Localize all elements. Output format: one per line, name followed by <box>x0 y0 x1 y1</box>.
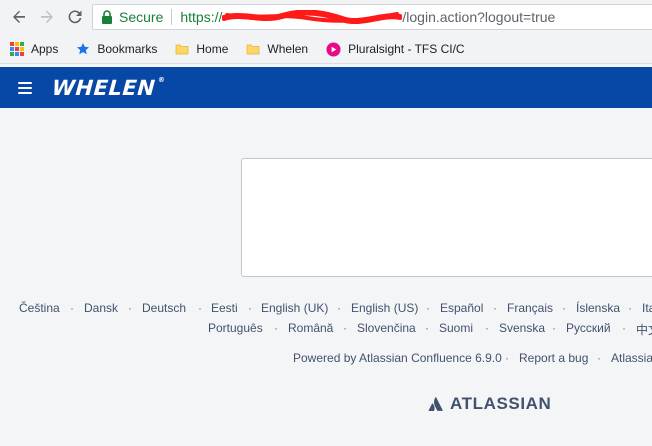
language-link[interactable]: Français <box>507 301 553 315</box>
language-link[interactable]: Dansk <box>84 301 118 315</box>
separator: · <box>562 301 566 315</box>
bookmark-label: Bookmarks <box>97 42 158 56</box>
powered-by-link[interactable]: Powered by Atlassian Confluence 6.9.0 <box>293 351 502 365</box>
separator: · <box>343 321 347 335</box>
atlassian-link[interactable]: Atlassian <box>611 351 652 365</box>
language-link[interactable]: Русский <box>566 321 611 335</box>
bookmark-label: Whelen <box>267 42 309 56</box>
folder-icon <box>175 42 189 56</box>
pluralsight-icon <box>326 41 341 57</box>
bookmarks-bar: Apps Bookmarks Home Whelen Pluralsight -… <box>0 35 652 64</box>
separator: · <box>128 301 132 315</box>
bookmark-label: Pluralsight - TFS CI/C <box>348 42 465 56</box>
footer-links: Powered by Atlassian Confluence 6.9.0 · … <box>0 351 652 367</box>
atlassian-logo-icon <box>428 397 443 411</box>
separator: · <box>485 321 489 335</box>
bookmark-bookmarks[interactable]: Bookmarks <box>76 42 157 56</box>
bookmark-pluralsight[interactable]: Pluralsight - TFS CI/C <box>326 41 465 57</box>
forward-arrow-icon[interactable] <box>36 6 58 28</box>
separator: · <box>493 301 497 315</box>
bookmark-whelen[interactable]: Whelen <box>246 42 308 56</box>
separator: · <box>337 301 341 315</box>
language-link[interactable]: Español <box>440 301 483 315</box>
url-scheme: https:// <box>180 9 223 25</box>
separator: · <box>597 351 601 365</box>
separator: · <box>70 301 74 315</box>
back-arrow-icon[interactable] <box>8 6 30 28</box>
url-path: /login.action?logout=true <box>402 9 556 25</box>
lock-icon <box>102 10 112 24</box>
bookmark-label: Apps <box>31 42 59 56</box>
language-link[interactable]: Suomi <box>439 321 473 335</box>
site-header: WHELEN® <box>0 67 652 108</box>
language-link[interactable]: Ita <box>642 301 652 315</box>
language-list-row-1: Čeština · Dansk · Deutsch · Eesti · Engl… <box>0 301 652 317</box>
separator: · <box>425 321 429 335</box>
language-link[interactable]: Svenska <box>499 321 545 335</box>
separator: · <box>628 301 632 315</box>
separator: · <box>505 351 509 365</box>
separator: · <box>622 321 626 335</box>
folder-icon <box>246 42 260 56</box>
language-link[interactable]: Íslenska <box>576 301 620 315</box>
report-bug-link[interactable]: Report a bug <box>519 351 588 365</box>
secure-label: Secure <box>119 9 164 25</box>
language-link[interactable]: 中文 <box>636 321 652 338</box>
language-list-row-2: Português · Română · Slovenčina · Suomi … <box>0 321 652 337</box>
whelen-logo[interactable]: WHELEN® <box>51 76 166 100</box>
language-link[interactable]: Slovenčina <box>357 321 416 335</box>
bookmark-apps[interactable]: Apps <box>10 42 58 56</box>
language-link[interactable]: Português <box>208 321 263 335</box>
language-link[interactable]: Deutsch <box>142 301 186 315</box>
hamburger-menu-icon[interactable] <box>18 81 32 94</box>
language-link[interactable]: Eesti <box>211 301 238 315</box>
language-link[interactable]: Čeština <box>19 301 60 315</box>
language-link[interactable]: English (UK) <box>261 301 328 315</box>
separator: · <box>426 301 430 315</box>
separator: · <box>248 301 252 315</box>
login-panel <box>241 158 652 277</box>
separator: · <box>198 301 202 315</box>
language-link[interactable]: English (US) <box>351 301 418 315</box>
separator: · <box>274 321 278 335</box>
bookmark-label: Home <box>196 42 229 56</box>
atlassian-logo[interactable]: ATLASSIAN <box>428 394 551 414</box>
bookmark-home[interactable]: Home <box>175 42 228 56</box>
redaction-scribble <box>222 10 403 24</box>
address-divider <box>171 9 173 25</box>
browser-toolbar: Secure https:// /login.action?logout=tru… <box>0 0 652 35</box>
language-link[interactable]: Română <box>288 321 333 335</box>
address-bar[interactable]: Secure https:// /login.action?logout=tru… <box>92 4 652 30</box>
apps-grid-icon <box>10 42 24 56</box>
star-icon <box>76 42 90 56</box>
reload-icon[interactable] <box>64 6 86 28</box>
separator: · <box>552 321 556 335</box>
